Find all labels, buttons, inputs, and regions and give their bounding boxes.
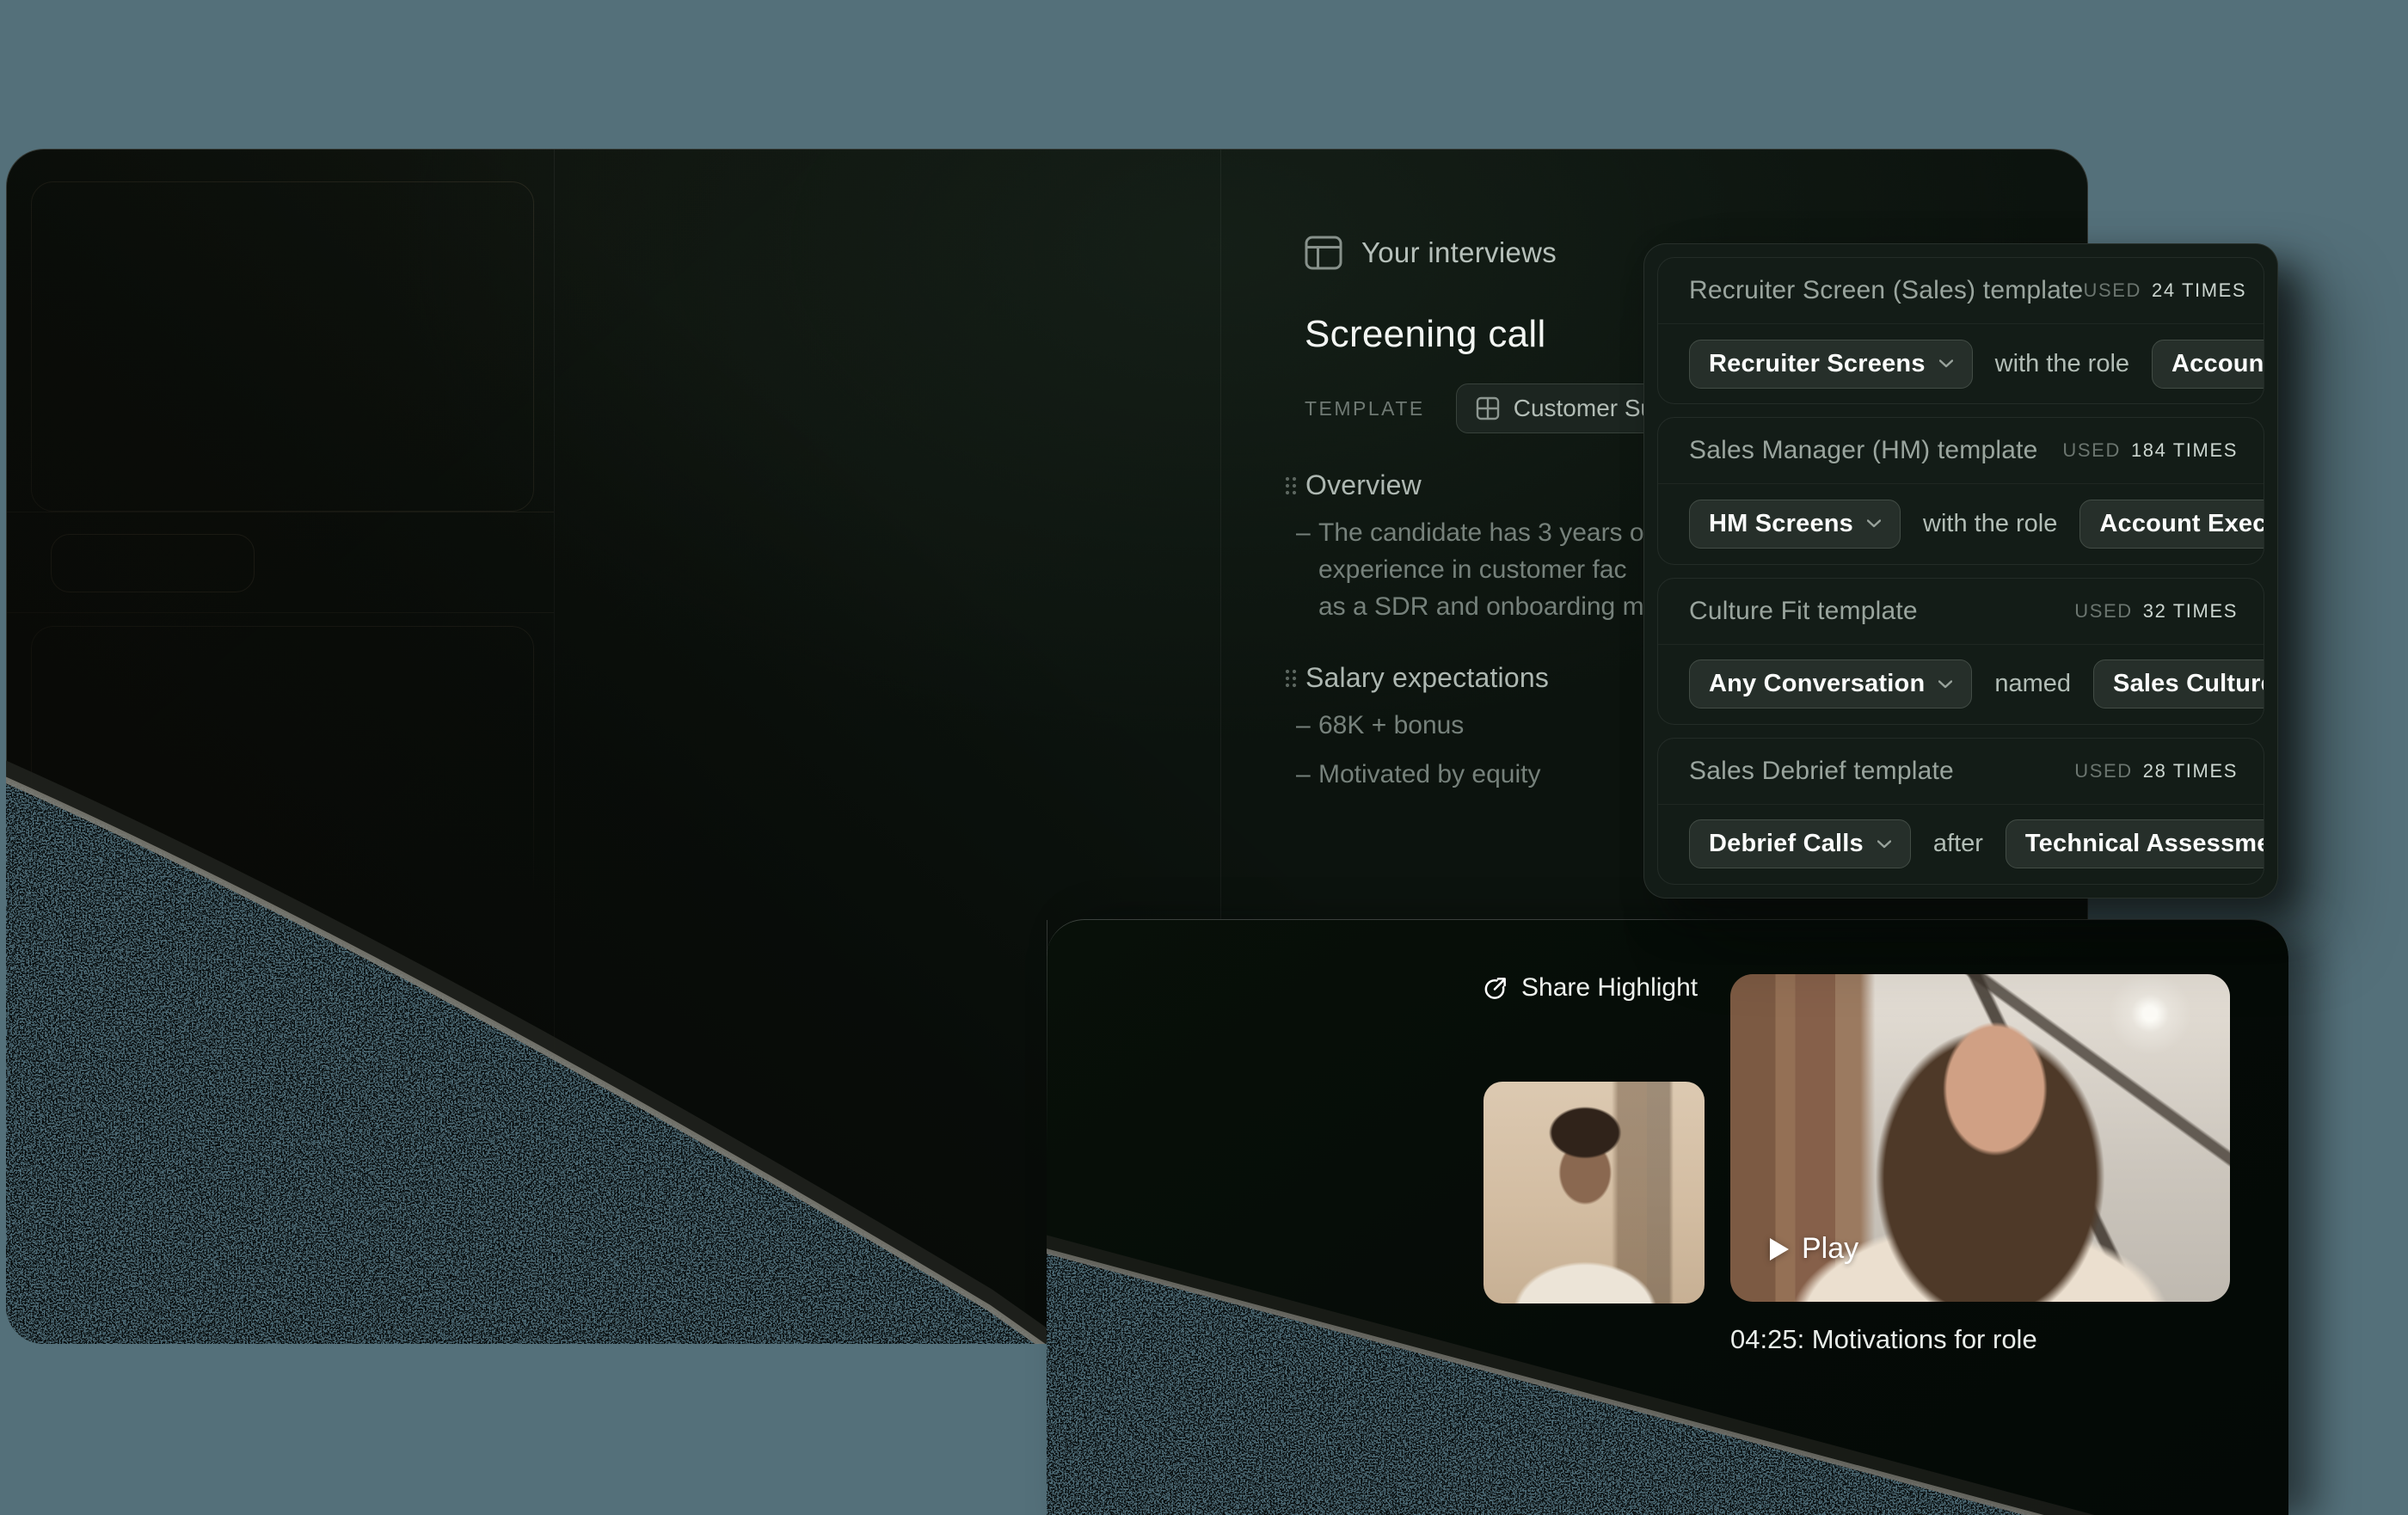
template-section-sales-manager: Sales Manager (HM) template USED 184 TIM… xyxy=(1657,417,2264,564)
stage: Your interviews Screening call TEMPLATE … xyxy=(0,0,2408,1515)
chevron-down-icon xyxy=(1867,519,1881,528)
chevron-down-icon xyxy=(1877,840,1891,849)
bullet-line: as a SDR and onboarding m xyxy=(1318,588,1644,625)
share-highlight-label: Share Highlight xyxy=(1521,973,1698,1003)
bullet-line: The candidate has 3 years o xyxy=(1318,514,1644,551)
drag-handle-icon[interactable] xyxy=(1285,476,1297,495)
note-section-overview: Overview xyxy=(1285,469,1422,501)
role-dropdown[interactable]: Account Exec xyxy=(2079,500,2264,549)
ghost-panel-top xyxy=(31,181,534,512)
conversation-type-dropdown[interactable]: Recruiter Screens xyxy=(1689,340,1973,389)
section-heading: Overview xyxy=(1305,469,1422,501)
bullet-item: – The candidate has 3 years o experience… xyxy=(1296,514,1644,625)
chevron-down-icon xyxy=(1938,680,1952,689)
column-divider-right xyxy=(1220,150,1221,920)
highlight-caption: 04:25: Motivations for role xyxy=(1730,1324,2037,1355)
play-icon xyxy=(1770,1238,1789,1260)
your-interviews-header: Your interviews xyxy=(1305,236,1557,270)
conversation-type-dropdown[interactable]: Debrief Calls xyxy=(1689,819,1911,868)
template-title: Sales Debrief template xyxy=(1689,757,1954,786)
template-section-recruiter-screen: Recruiter Screen (Sales) template USED 2… xyxy=(1657,257,2264,404)
highlight-video-thumbnail[interactable]: Play xyxy=(1730,974,2230,1302)
share-highlight-button[interactable]: Share Highlight xyxy=(1482,973,1698,1003)
salary-bullets: – 68K + bonus – Motivated by equity xyxy=(1296,707,1540,793)
section-heading: Salary expectations xyxy=(1305,662,1549,694)
page-title: Your interviews xyxy=(1361,236,1557,269)
bullet-line: Motivated by equity xyxy=(1318,756,1540,793)
template-section-culture-fit: Culture Fit template USED 32 TIMES Any C… xyxy=(1657,578,2264,725)
overview-bullets: – The candidate has 3 years o experience… xyxy=(1296,514,1644,625)
stage-dropdown[interactable]: Technical Assessment xyxy=(2006,819,2264,868)
templates-card: Recruiter Screen (Sales) template USED 2… xyxy=(1643,243,2278,899)
rule-connector: after xyxy=(1933,830,1983,858)
rule-connector: with the role xyxy=(1923,510,2057,538)
bullet-line: 68K + bonus xyxy=(1318,707,1464,744)
usage-badge: USED 28 TIMES xyxy=(2074,760,2238,782)
play-label: Play xyxy=(1802,1232,1858,1266)
conversation-type-dropdown[interactable]: HM Screens xyxy=(1689,500,1901,549)
template-title: Sales Manager (HM) template xyxy=(1689,436,2038,465)
ghost-panel-bottom xyxy=(31,626,534,910)
bullet-line: experience in customer fac xyxy=(1318,551,1644,588)
grid-icon xyxy=(1476,396,1500,420)
template-title: Recruiter Screen (Sales) template xyxy=(1689,276,2083,305)
rule-connector: with the role xyxy=(1995,350,2129,378)
call-title: Screening call xyxy=(1305,313,1546,356)
template-label: TEMPLATE xyxy=(1305,397,1425,420)
highlight-panel: Share Highlight Play 04:25: Motivations … xyxy=(1047,919,2288,1515)
usage-badge: USED 32 TIMES xyxy=(2074,600,2238,623)
usage-badge: USED 24 TIMES xyxy=(2083,279,2246,302)
bullet-item: – Motivated by equity xyxy=(1296,756,1540,793)
column-divider-left xyxy=(554,150,555,1343)
note-section-salary: Salary expectations xyxy=(1285,662,1549,694)
conversation-type-dropdown[interactable]: Any Conversation xyxy=(1689,659,1972,708)
layout-icon xyxy=(1305,236,1342,270)
participant-video-thumbnail[interactable] xyxy=(1484,1082,1705,1303)
template-section-sales-debrief: Sales Debrief template USED 28 TIMES Deb… xyxy=(1657,738,2264,885)
usage-badge: USED 184 TIMES xyxy=(2062,439,2238,462)
drag-handle-icon[interactable] xyxy=(1285,669,1297,688)
ghost-divider-2 xyxy=(7,612,554,613)
ghost-button xyxy=(51,534,255,592)
template-title: Culture Fit template xyxy=(1689,597,1918,626)
chevron-down-icon xyxy=(1939,359,1953,368)
share-icon xyxy=(1482,975,1508,1002)
role-dropdown[interactable]: Account Exec xyxy=(2152,340,2264,389)
play-button[interactable]: Play xyxy=(1770,1232,1858,1266)
name-dropdown[interactable]: Sales Culture xyxy=(2093,659,2264,708)
bullet-item: – 68K + bonus xyxy=(1296,707,1540,744)
rule-connector: named xyxy=(1994,670,2071,698)
